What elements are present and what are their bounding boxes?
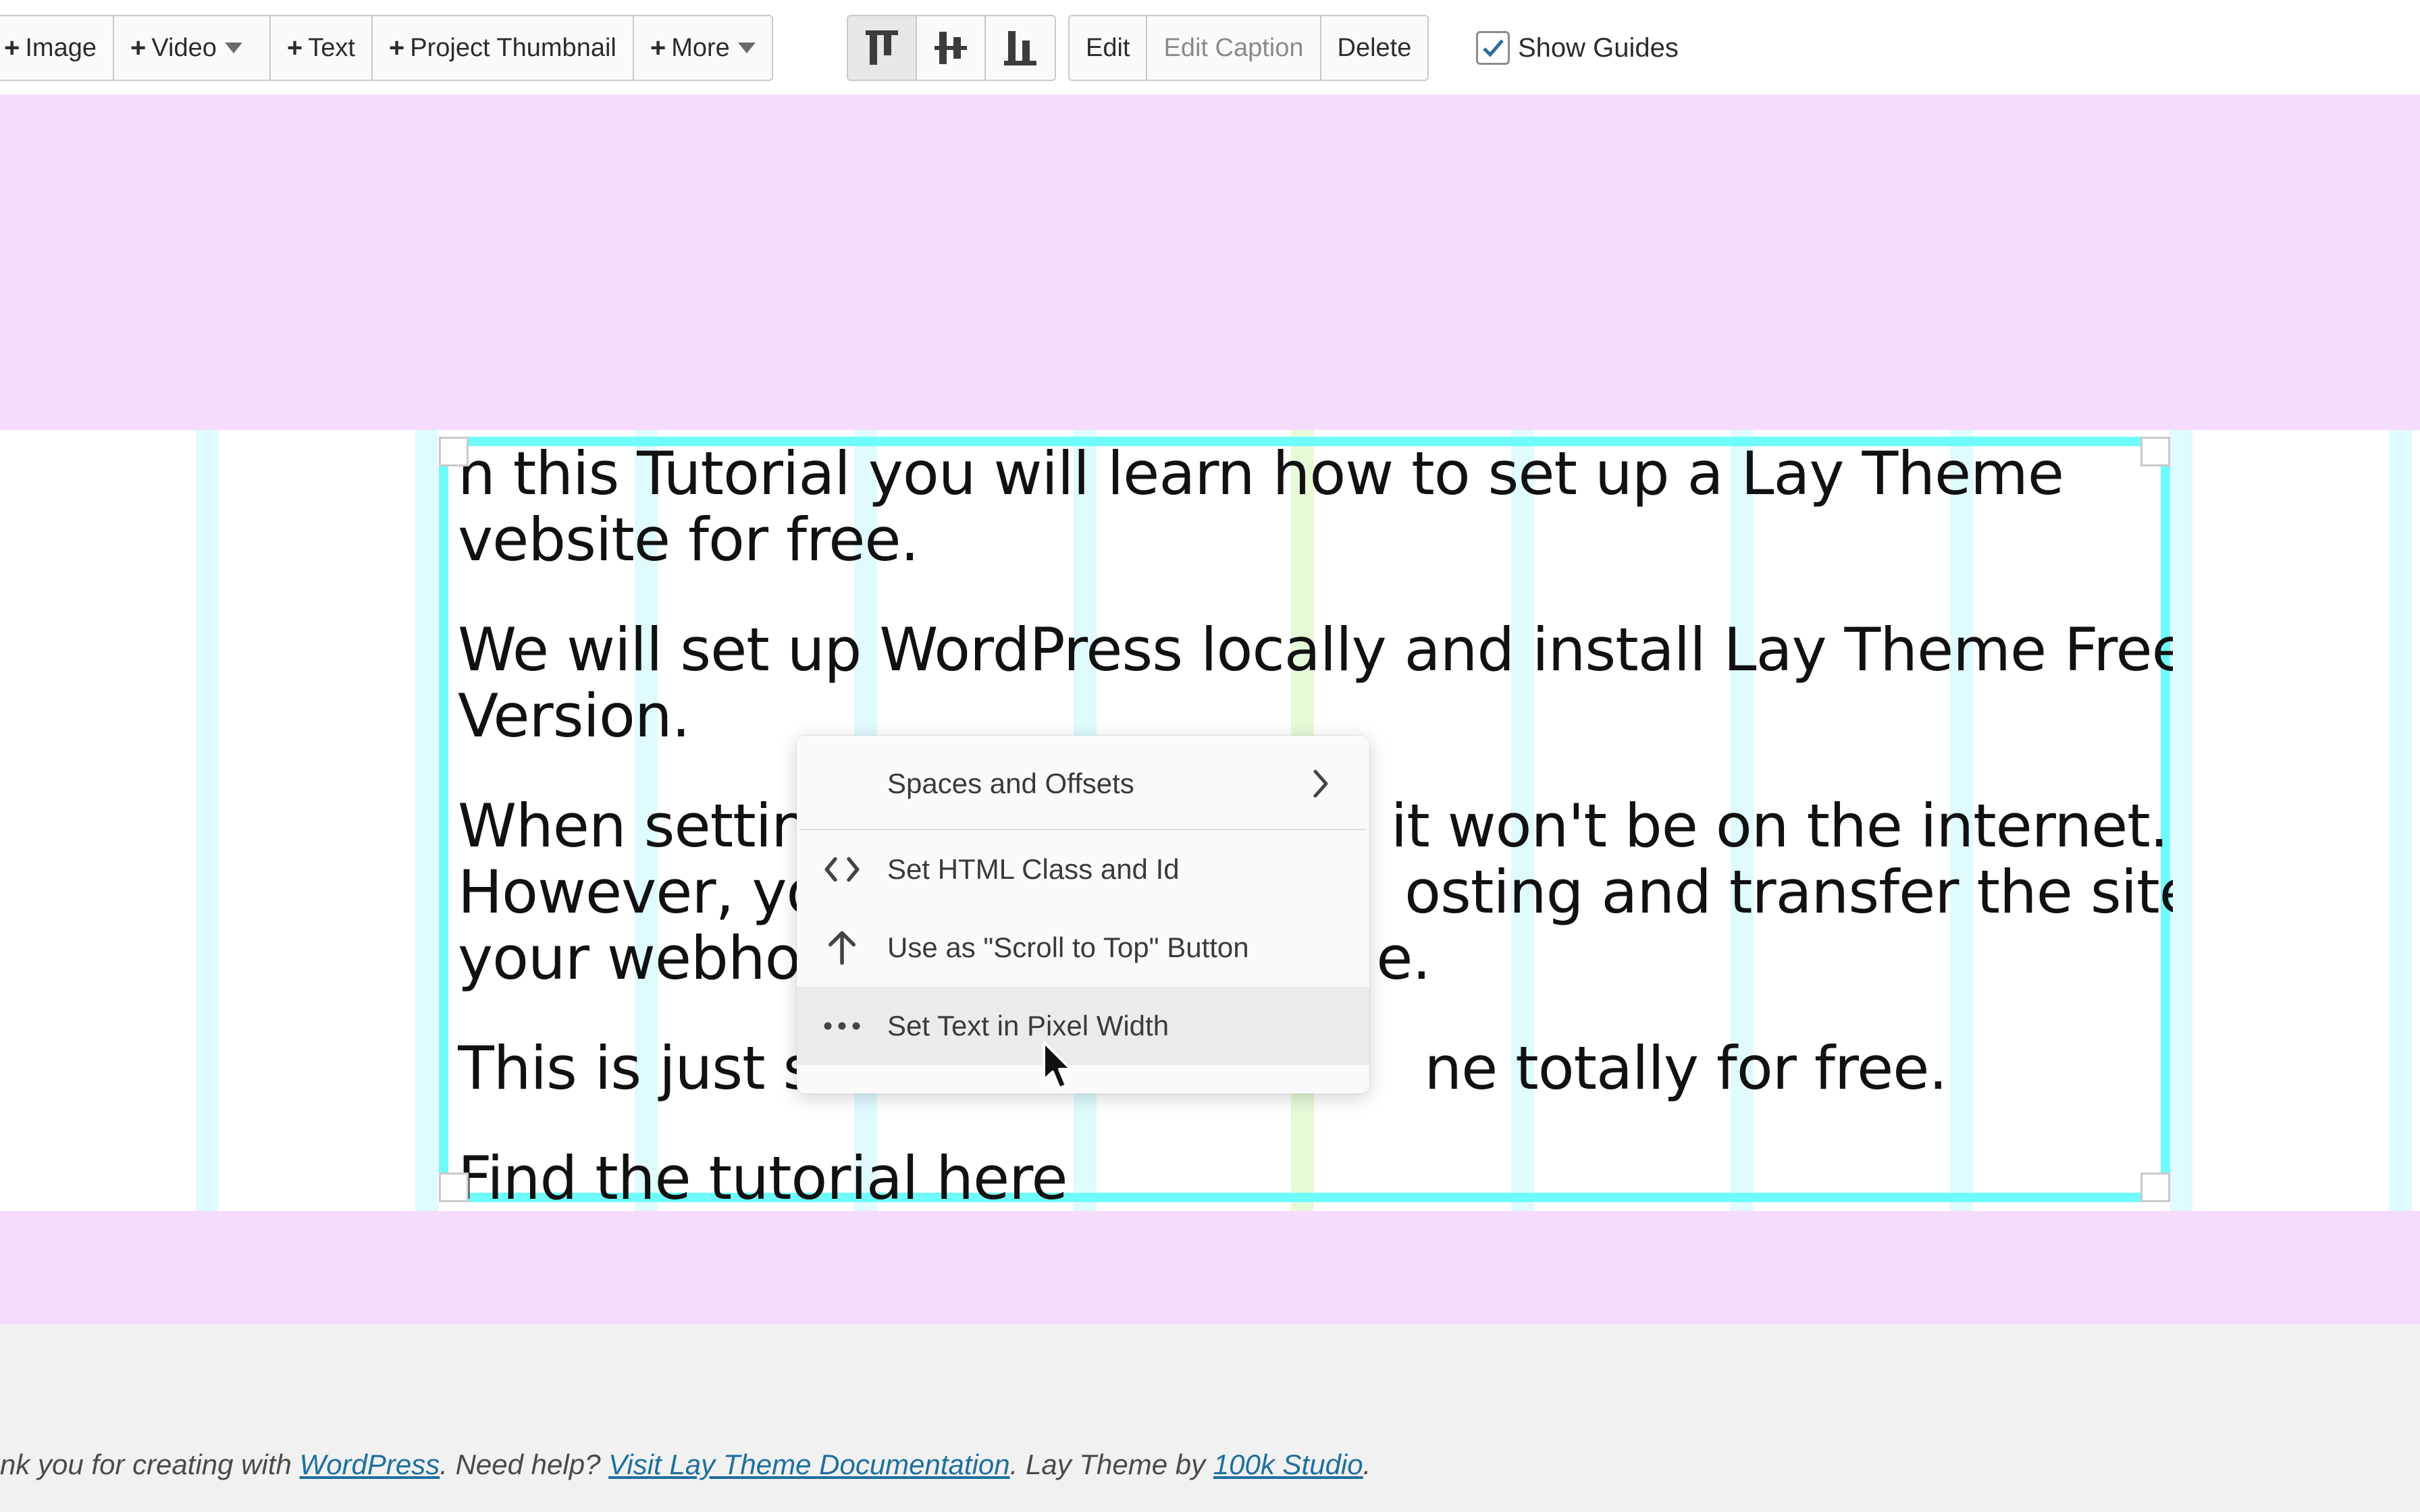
paragraph-line: e.	[1376, 923, 1431, 993]
plus-icon: +	[650, 32, 666, 63]
resize-handle-top-right[interactable]	[2140, 437, 2170, 466]
context-menu: Spaces and Offsets Set HTML Class and Id…	[797, 736, 1369, 1094]
paragraph-line: This is just so	[458, 1033, 849, 1103]
more-button[interactable]: + More	[633, 16, 772, 80]
align-middle-icon	[935, 32, 967, 64]
delete-button[interactable]: Delete	[1321, 16, 1428, 80]
add-text-button[interactable]: + Text	[270, 16, 373, 80]
studio-link[interactable]: 100k Studio	[1213, 1449, 1363, 1480]
column-guide	[2169, 430, 2192, 1211]
add-element-group: + Image + Video + Text + Project Thumbnail +…	[0, 15, 773, 81]
mouse-pointer-icon	[1043, 1041, 1072, 1089]
vertical-alignment-group	[847, 15, 1056, 81]
element-actions-group: Edit Edit Caption Delete	[1068, 15, 1429, 81]
show-guides-label: Show Guides	[1518, 32, 1679, 63]
code-icon	[820, 847, 864, 892]
plus-icon: +	[286, 32, 303, 63]
paragraph-line: When setting	[458, 791, 846, 861]
align-top-button[interactable]	[848, 16, 917, 80]
arrow-up-icon	[820, 925, 864, 970]
plus-icon: +	[388, 32, 405, 63]
align-bottom-icon	[1004, 31, 1036, 65]
menu-item-set-text-in-pixel-width[interactable]: Set Text in Pixel Width	[797, 987, 1369, 1065]
align-top-icon	[866, 30, 898, 65]
add-project-thumbnail-button[interactable]: + Project Thumbnail	[372, 16, 634, 80]
caret-down-icon	[737, 43, 756, 53]
gridder-toolbar: + Image + Video + Text + Project Thumbnail +…	[0, 0, 2420, 94]
grid-row-empty-bottom[interactable]	[0, 1211, 2420, 1324]
edit-button[interactable]: Edit	[1070, 16, 1148, 80]
align-middle-button[interactable]	[917, 16, 986, 80]
menu-item-scroll-to-top[interactable]: Use as "Scroll to Top" Button	[797, 909, 1369, 987]
add-video-button[interactable]: + Video	[113, 16, 271, 80]
grid-row-empty-top[interactable]	[0, 94, 2420, 430]
paragraph-line: Version.	[458, 681, 691, 751]
menu-item-set-html-class-and-id[interactable]: Set HTML Class and Id	[797, 830, 1369, 909]
align-bottom-button[interactable]	[986, 16, 1055, 80]
resize-handle-top-left[interactable]	[439, 437, 469, 466]
resize-handle-bottom-right[interactable]	[2140, 1172, 2170, 1202]
paragraph-line: it won't be on the internet.	[1390, 791, 2169, 861]
footer-text: . Lay Theme by	[1009, 1449, 1213, 1480]
paragraph-line: n this Tutorial you will learn how to se…	[458, 446, 2064, 508]
footer-text: .	[1363, 1449, 1371, 1480]
plus-icon: +	[4, 32, 20, 63]
paragraph-line: vebsite for free.	[458, 505, 919, 574]
footer-text: nk you for creating with	[0, 1449, 300, 1480]
more-horizontal-icon	[820, 1004, 864, 1048]
wordpress-link[interactable]: WordPress	[300, 1449, 440, 1480]
column-guide	[2389, 430, 2412, 1211]
add-image-button[interactable]: + Image	[0, 16, 114, 80]
admin-footer: nk you for creating with WordPress. Need…	[0, 1449, 1371, 1481]
column-guide	[196, 430, 219, 1211]
menu-item-spaces-and-offsets[interactable]: Spaces and Offsets	[797, 738, 1369, 829]
documentation-link[interactable]: Visit Lay Theme Documentation	[608, 1449, 1010, 1480]
footer-text: . Need help?	[440, 1449, 609, 1480]
paragraph-line: your webhos	[458, 923, 831, 993]
checkmark-icon	[1483, 39, 1504, 57]
show-guides-toggle[interactable]: Show Guides	[1476, 26, 1679, 70]
column-guide	[415, 430, 438, 1211]
paragraph-line: osting and transfer the site to	[1404, 857, 2173, 927]
plus-icon: +	[130, 32, 147, 63]
paragraph-line: We will set up WordPress locally and ins…	[458, 615, 2173, 684]
chevron-right-icon	[1313, 770, 1328, 798]
edit-caption-button[interactable]: Edit Caption	[1147, 16, 1321, 80]
paragraph-line: ne totally for free.	[1424, 1033, 1947, 1103]
paragraph-line: Find the tutorial here	[458, 1143, 1068, 1212]
caret-down-icon	[224, 43, 242, 53]
show-guides-checkbox[interactable]	[1476, 31, 1510, 65]
resize-handle-bottom-left[interactable]	[439, 1172, 469, 1202]
